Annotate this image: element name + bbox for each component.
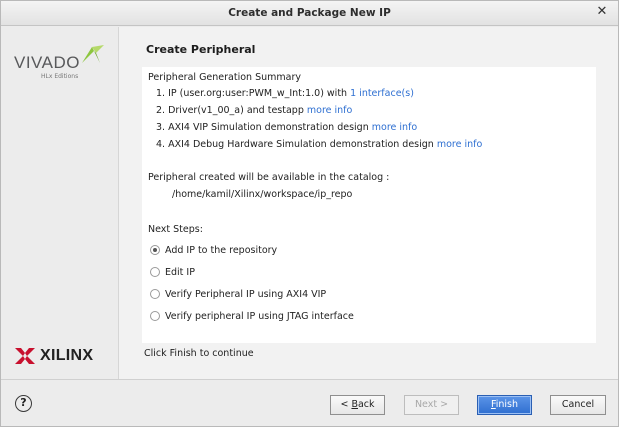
summary-heading: Peripheral Generation Summary bbox=[148, 72, 301, 83]
title-bar[interactable]: Create and Package New IP ✕ bbox=[1, 1, 618, 26]
finish-rest: inish bbox=[495, 399, 519, 410]
summary-item-vip: 3. AXI4 VIP Simulation demonstration des… bbox=[156, 122, 417, 133]
cancel-button[interactable]: Cancel bbox=[550, 395, 606, 415]
radio-label: Verify Peripheral IP using AXI4 VIP bbox=[165, 288, 327, 300]
radio-verify-jtag[interactable]: Verify peripheral IP using JTAG interfac… bbox=[150, 309, 354, 323]
radio-add-ip[interactable]: Add IP to the repository bbox=[150, 243, 277, 257]
vivado-edition: HLx Editions bbox=[41, 73, 79, 80]
summary-item-debug: 4. AXI4 Debug Hardware Simulation demons… bbox=[156, 139, 482, 150]
back-prefix: < bbox=[340, 399, 352, 410]
next-steps-heading: Next Steps: bbox=[148, 224, 203, 235]
help-icon[interactable]: ? bbox=[15, 395, 32, 412]
radio-button[interactable] bbox=[150, 311, 160, 321]
content-area: Create Peripheral Peripheral Generation … bbox=[118, 27, 618, 379]
catalog-label: Peripheral created will be available in … bbox=[148, 172, 390, 183]
debug-more-info-link[interactable]: more info bbox=[437, 139, 482, 150]
radio-edit-ip[interactable]: Edit IP bbox=[150, 265, 195, 279]
summary-item-text: 2. Driver(v1_00_a) and testapp bbox=[156, 105, 304, 116]
interfaces-link[interactable]: 1 interface(s) bbox=[350, 88, 414, 99]
window-title: Create and Package New IP bbox=[228, 7, 391, 19]
vivado-leaf-icon bbox=[82, 45, 104, 63]
driver-more-info-link[interactable]: more info bbox=[307, 105, 352, 116]
next-button[interactable]: Next > bbox=[404, 395, 459, 415]
summary-item-driver: 2. Driver(v1_00_a) and testapp more info bbox=[156, 105, 352, 116]
close-icon[interactable]: ✕ bbox=[595, 5, 609, 19]
summary-item-text: 3. AXI4 VIP Simulation demonstration des… bbox=[156, 122, 369, 133]
dialog-window: Create and Package New IP ✕ VIVADO HLx E… bbox=[0, 0, 619, 427]
xilinx-logo: XILINX bbox=[14, 345, 109, 367]
radio-button[interactable] bbox=[150, 267, 160, 277]
summary-item-text: 4. AXI4 Debug Hardware Simulation demons… bbox=[156, 139, 434, 150]
sidebar: VIVADO HLx Editions XILINX bbox=[1, 27, 118, 379]
finish-hint: Click Finish to continue bbox=[144, 348, 254, 359]
radio-verify-vip[interactable]: Verify Peripheral IP using AXI4 VIP bbox=[150, 287, 326, 301]
finish-button[interactable]: Finish bbox=[477, 395, 532, 415]
radio-button-selected[interactable] bbox=[150, 245, 160, 255]
summary-panel: Peripheral Generation Summary 1. IP (use… bbox=[142, 67, 596, 343]
button-bar: ? < Back Next > Finish Cancel bbox=[1, 379, 618, 426]
radio-button[interactable] bbox=[150, 289, 160, 299]
page-title: Create Peripheral bbox=[146, 43, 256, 56]
catalog-path: /home/kamil/Xilinx/workspace/ip_repo bbox=[172, 189, 353, 200]
radio-label: Verify peripheral IP using JTAG interfac… bbox=[165, 310, 354, 322]
xilinx-mark-icon bbox=[15, 348, 35, 364]
radio-label: Edit IP bbox=[165, 266, 195, 278]
summary-item-text: 1. IP (user.org:user:PWM_w_Int:1.0) with bbox=[156, 88, 348, 99]
xilinx-wordmark: XILINX bbox=[40, 347, 94, 364]
summary-item-ip: 1. IP (user.org:user:PWM_w_Int:1.0) with… bbox=[156, 88, 414, 99]
back-rest: ack bbox=[357, 399, 375, 410]
radio-label: Add IP to the repository bbox=[165, 244, 278, 256]
vip-more-info-link[interactable]: more info bbox=[372, 122, 417, 133]
back-button[interactable]: < Back bbox=[330, 395, 385, 415]
vivado-wordmark: VIVADO bbox=[14, 53, 80, 72]
vivado-logo: VIVADO HLx Editions bbox=[14, 43, 109, 93]
